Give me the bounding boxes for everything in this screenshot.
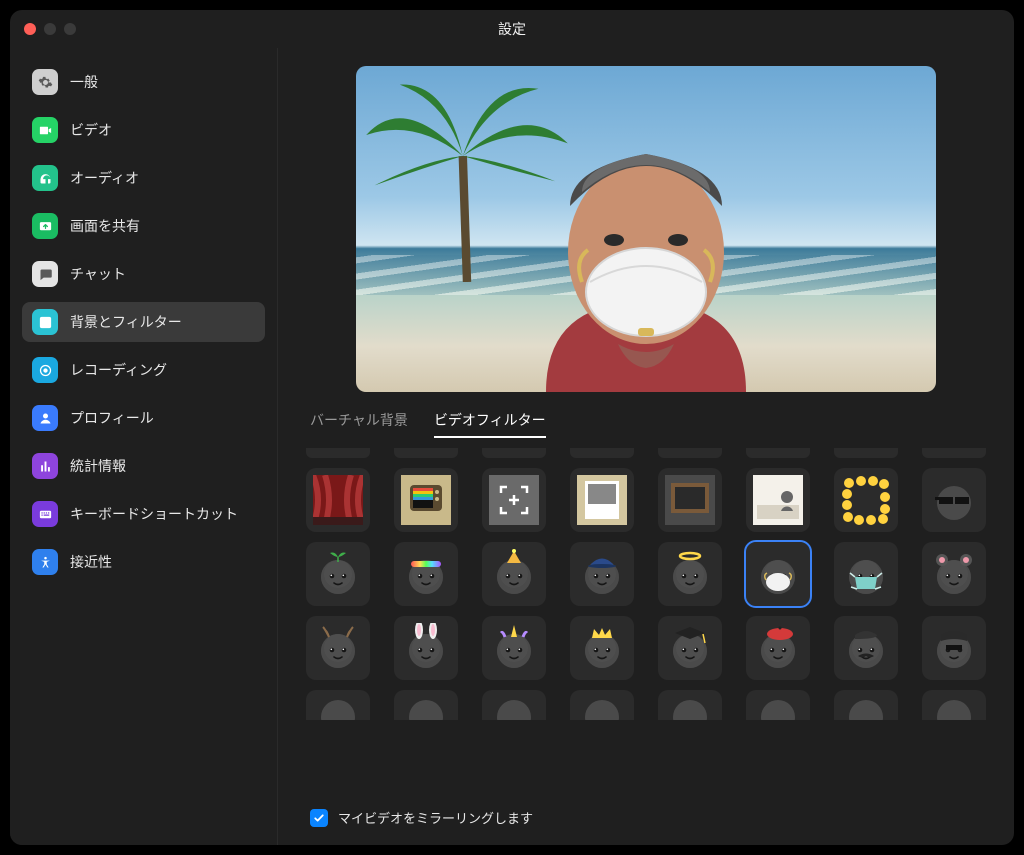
zoom-window-button[interactable]	[64, 23, 76, 35]
stats-icon	[32, 453, 58, 479]
sidebar-item-gear[interactable]: 一般	[22, 62, 265, 102]
mirror-row: マイビデオをミラーリングします	[306, 794, 986, 831]
record-icon	[32, 357, 58, 383]
mirror-video-label: マイビデオをミラーリングします	[338, 808, 533, 827]
filter-partial-1[interactable]	[306, 448, 370, 458]
sidebar-item-label: プロフィール	[70, 408, 154, 428]
filter-crown-face[interactable]	[570, 616, 634, 680]
filter-partial-d[interactable]	[570, 690, 634, 720]
sidebar-item-stats[interactable]: 統計情報	[22, 446, 265, 486]
mirror-video-checkbox[interactable]	[310, 809, 328, 827]
check-icon	[313, 812, 325, 824]
sidebar-item-label: 背景とフィルター	[70, 312, 182, 332]
filter-partial-3[interactable]	[482, 448, 546, 458]
window-title: 設定	[498, 19, 526, 39]
filter-retro-tv[interactable]	[394, 468, 458, 532]
sidebar-item-label: 統計情報	[70, 456, 126, 476]
filter-cap-face[interactable]	[570, 542, 634, 606]
gear-icon	[32, 69, 58, 95]
sidebar-item-chat[interactable]: チャット	[22, 254, 265, 294]
headphones-icon	[32, 165, 58, 191]
person-with-mask-graphic	[486, 132, 806, 392]
minimize-window-button[interactable]	[44, 23, 56, 35]
filter-n95-mask-face[interactable]	[746, 542, 810, 606]
filter-sprout-face[interactable]	[306, 542, 370, 606]
filter-crop-frame[interactable]	[482, 468, 546, 532]
profile-icon	[32, 405, 58, 431]
filter-partial-5[interactable]	[658, 448, 722, 458]
filter-unicorn-face[interactable]	[482, 616, 546, 680]
filter-room-sofa[interactable]	[746, 468, 810, 532]
filter-polaroid-frame[interactable]	[570, 468, 634, 532]
filter-partial-8[interactable]	[922, 448, 986, 458]
filter-picture-frame[interactable]	[658, 468, 722, 532]
settings-sidebar: 一般ビデオオーディオ画面を共有チャット背景とフィルターレコーディングプロフィール…	[10, 48, 278, 845]
keyboard-icon	[32, 501, 58, 527]
filter-partial-2[interactable]	[394, 448, 458, 458]
filter-deal-with-it-glasses[interactable]	[922, 468, 986, 532]
sidebar-item-label: 一般	[70, 72, 98, 92]
video-filter-grid	[306, 448, 986, 794]
chat-icon	[32, 261, 58, 287]
settings-content: バーチャル背景ビデオフィルター	[278, 48, 1014, 845]
filter-partial-c[interactable]	[482, 690, 546, 720]
filter-bunny-ears-face[interactable]	[394, 616, 458, 680]
sidebar-item-label: 接近性	[70, 552, 112, 572]
filter-antlers-face[interactable]	[306, 616, 370, 680]
filter-flower-crown[interactable]	[834, 690, 898, 720]
sidebar-item-record[interactable]: レコーディング	[22, 350, 265, 390]
filter-surgical-mask-face[interactable]	[834, 542, 898, 606]
filter-partial-f[interactable]	[746, 690, 810, 720]
video-icon	[32, 117, 58, 143]
sidebar-item-share-screen[interactable]: 画面を共有	[22, 206, 265, 246]
filter-mustache-face[interactable]	[834, 616, 898, 680]
video-preview	[356, 66, 936, 392]
filter-tabs: バーチャル背景ビデオフィルター	[310, 410, 986, 438]
close-window-button[interactable]	[24, 23, 36, 35]
titlebar: 設定	[10, 10, 1014, 48]
filter-disguise-face[interactable]	[922, 616, 986, 680]
sidebar-item-label: レコーディング	[70, 360, 167, 380]
filter-theater-curtain[interactable]	[306, 468, 370, 532]
sidebar-item-label: オーディオ	[70, 168, 139, 188]
filter-mouse-ears-face[interactable]	[922, 542, 986, 606]
window-traffic-lights	[24, 23, 76, 35]
filter-daisy[interactable]	[922, 690, 986, 720]
sidebar-item-accessibility[interactable]: 接近性	[22, 542, 265, 582]
sidebar-item-label: キーボードショートカット	[70, 504, 238, 524]
filter-partial-7[interactable]	[834, 448, 898, 458]
filter-partial-e[interactable]	[658, 690, 722, 720]
sidebar-item-person-frame[interactable]: 背景とフィルター	[22, 302, 265, 342]
sidebar-item-profile[interactable]: プロフィール	[22, 398, 265, 438]
accessibility-icon	[32, 549, 58, 575]
filter-partial-6[interactable]	[746, 448, 810, 458]
settings-window: 設定 一般ビデオオーディオ画面を共有チャット背景とフィルターレコーディングプロフ…	[10, 10, 1014, 845]
filter-pirate-hat[interactable]	[306, 690, 370, 720]
filter-emoji-frame[interactable]	[834, 468, 898, 532]
filter-grad-cap-face[interactable]	[658, 616, 722, 680]
sidebar-item-keyboard[interactable]: キーボードショートカット	[22, 494, 265, 534]
filter-cowboy-hat[interactable]	[394, 690, 458, 720]
sidebar-item-label: 画面を共有	[70, 216, 140, 236]
sidebar-item-headphones[interactable]: オーディオ	[22, 158, 265, 198]
tab-video-filter[interactable]: ビデオフィルター	[434, 410, 546, 438]
filter-beret-face[interactable]	[746, 616, 810, 680]
sidebar-item-label: ビデオ	[70, 120, 112, 140]
person-frame-icon	[32, 309, 58, 335]
filter-halo-face[interactable]	[658, 542, 722, 606]
filter-party-hat-face[interactable]	[482, 542, 546, 606]
sidebar-item-video[interactable]: ビデオ	[22, 110, 265, 150]
sidebar-item-label: チャット	[70, 264, 126, 284]
share-screen-icon	[32, 213, 58, 239]
filter-rainbow-headband-face[interactable]	[394, 542, 458, 606]
filter-partial-4[interactable]	[570, 448, 634, 458]
tab-virtual-background[interactable]: バーチャル背景	[310, 410, 408, 438]
